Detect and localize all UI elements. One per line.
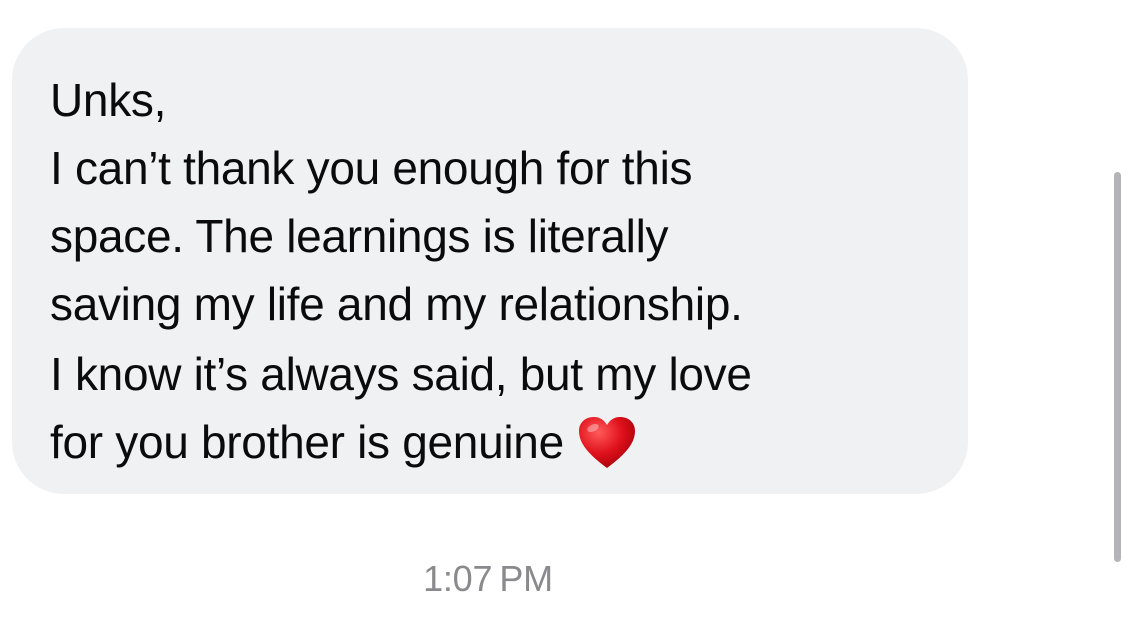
scrollbar-thumb[interactable]	[1114, 172, 1121, 562]
message-line: saving my life and my relationship.	[50, 278, 743, 330]
message-line: space. The learnings is literally	[50, 210, 669, 262]
chat-area[interactable]: Unks, I can’t thank you enough for this …	[0, 0, 1134, 642]
message-bubble[interactable]: Unks, I can’t thank you enough for this …	[12, 28, 968, 494]
heart-icon	[578, 417, 635, 468]
message-timestamp: 1:07 PM	[423, 558, 553, 599]
message-line: I know it’s always said, but my love	[50, 348, 752, 400]
scrollbar[interactable]	[1100, 0, 1134, 642]
message-last-line: for you brother is genuine	[50, 408, 928, 476]
message-line: I can’t thank you enough for this	[50, 142, 693, 194]
message-line: Unks,	[50, 74, 167, 126]
message-line-text: for you brother is genuine	[50, 416, 564, 468]
